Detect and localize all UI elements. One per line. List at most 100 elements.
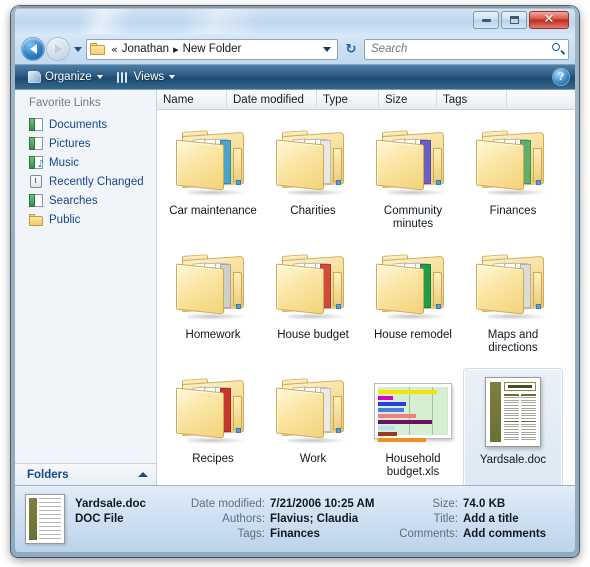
documents-icon [29, 117, 43, 132]
file-list-pane: Name Date modified Type Size Tags Car mainte… [157, 90, 575, 485]
details-field-value[interactable]: Finances [270, 528, 320, 540]
back-button[interactable] [22, 38, 44, 60]
column-header-tags[interactable]: Tags [437, 90, 507, 109]
folder-icon [176, 130, 250, 196]
file-label: Community minutes [383, 205, 443, 230]
sidebar-item-label: Pictures [49, 137, 91, 150]
chevron-down-icon [169, 75, 176, 79]
column-header-type[interactable]: Type [317, 90, 379, 109]
forward-button[interactable] [47, 38, 69, 60]
folder-icon [276, 254, 350, 320]
details-field-value[interactable]: 7/21/2006 10:25 AM [270, 498, 374, 510]
chart-bar [378, 420, 432, 424]
details-field-value[interactable]: Add a title [463, 513, 519, 525]
favorite-links-title: Favorite Links [29, 97, 101, 109]
file-tile[interactable]: Work [263, 368, 363, 485]
column-header-spacer[interactable] [507, 90, 575, 109]
file-label: Recipes [192, 453, 234, 465]
chart-bar [378, 426, 395, 430]
chart-bar [378, 390, 438, 394]
close-button[interactable]: ✕ [529, 11, 569, 29]
details-field-value[interactable]: 74.0 KB [463, 498, 505, 510]
file-label: Car maintenance [169, 205, 257, 217]
file-tile-selected[interactable]: Yardsale.doc [463, 368, 563, 485]
sidebar-item-recently-changed[interactable]: Recently Changed [15, 172, 156, 191]
file-label: Work [299, 453, 327, 465]
details-name-column: Yardsale.doc DOC File [75, 498, 187, 540]
help-button[interactable]: ? [553, 69, 569, 85]
file-label: Finances [489, 205, 537, 217]
sidebar-item-documents[interactable]: Documents [15, 115, 156, 134]
file-thumbnail-wrap [263, 370, 363, 452]
file-tile[interactable]: Household budget.xls [363, 368, 463, 485]
search-box[interactable] [364, 38, 569, 60]
title-bar[interactable]: ✕ [15, 6, 575, 34]
file-tile[interactable]: House remodel [363, 244, 463, 368]
chart-bar [378, 408, 404, 412]
minimize-button[interactable] [473, 11, 499, 29]
maximize-icon [509, 16, 519, 24]
folder-icon [376, 130, 450, 196]
recent-pages-button[interactable] [72, 46, 83, 52]
file-tile[interactable]: Recipes [163, 368, 263, 485]
folders-pane-toggle[interactable]: Folders [15, 463, 156, 485]
column-header-date-modified[interactable]: Date modified [227, 90, 317, 109]
folder-icon [276, 378, 350, 444]
details-field-row: Size: 74.0 KB [380, 498, 565, 510]
sidebar-item-public[interactable]: Public [15, 210, 156, 229]
file-tile[interactable]: Community minutes [363, 120, 463, 244]
column-header-size[interactable]: Size [379, 90, 437, 109]
file-tile[interactable]: Finances [463, 120, 563, 244]
chart-bar [378, 396, 394, 400]
search-input[interactable] [371, 43, 552, 55]
file-tile[interactable]: Homework [163, 244, 263, 368]
maximize-button[interactable] [501, 11, 527, 29]
sidebar-item-label: Searches [49, 194, 98, 207]
details-field-value[interactable]: Add comments [463, 528, 546, 540]
details-right-fields: Size: 74.0 KB Title: Add a title Comments: Ad… [380, 498, 565, 540]
chart-bar [378, 432, 398, 436]
file-thumbnail-wrap [163, 370, 263, 452]
breadcrumb-overflow[interactable]: « [108, 44, 121, 55]
file-thumbnail-wrap [463, 246, 563, 328]
file-thumbnail-wrap [263, 122, 363, 204]
arrow-left-icon [29, 44, 37, 54]
minimize-icon [481, 18, 491, 22]
file-tile[interactable]: Car maintenance [163, 120, 263, 244]
refresh-icon: ↻ [345, 41, 357, 57]
breadcrumb-separator-icon[interactable]: ▸ [170, 44, 182, 55]
sidebar-item-music[interactable]: ♪ Music [15, 153, 156, 172]
favorite-links-section: Favorite Links Documents Pictures ♪ Musi… [15, 90, 156, 463]
file-label: Household budget.xls [385, 453, 441, 478]
file-tile[interactable]: House budget [263, 244, 363, 368]
address-dropdown-button[interactable] [317, 46, 335, 52]
details-preview-icon [25, 494, 65, 544]
sidebar-item-pictures[interactable]: Pictures [15, 134, 156, 153]
details-field-label: Tags: [237, 528, 266, 540]
sidebar-item-label: Recently Changed [49, 175, 144, 188]
sidebar-item-label: Public [49, 213, 81, 226]
views-button[interactable]: Views [112, 69, 180, 85]
address-bar: « Jonathan ▸ New Folder ↻ [15, 34, 575, 64]
folder-icon [90, 43, 105, 55]
file-tile[interactable]: Charities [263, 120, 363, 244]
file-grid: Car maintenance Charities Community minu… [157, 110, 575, 485]
breadcrumb-item-new-folder[interactable]: New Folder [182, 43, 243, 55]
file-tile[interactable]: Maps and directions [463, 244, 563, 368]
sidebar-item-searches[interactable]: Searches [15, 191, 156, 210]
breadcrumb-item-jonathan[interactable]: Jonathan [121, 43, 170, 55]
organize-icon [28, 71, 41, 83]
public-folder-icon [29, 213, 43, 227]
file-label: Maps and directions [487, 329, 539, 354]
chevron-down-icon [73, 46, 82, 52]
organize-button[interactable]: Organize [23, 69, 108, 85]
pictures-icon [29, 136, 43, 151]
column-header-name[interactable]: Name [157, 90, 227, 109]
address-input[interactable]: « Jonathan ▸ New Folder [86, 38, 338, 60]
details-field-value[interactable]: Flavius; Claudia [270, 513, 358, 525]
refresh-button[interactable]: ↻ [341, 42, 361, 57]
folders-label: Folders [27, 468, 69, 481]
chart-bar [378, 402, 406, 406]
details-file-name: Yardsale.doc [75, 498, 146, 510]
details-field-row: Authors: Flavius; Claudia [187, 513, 380, 525]
